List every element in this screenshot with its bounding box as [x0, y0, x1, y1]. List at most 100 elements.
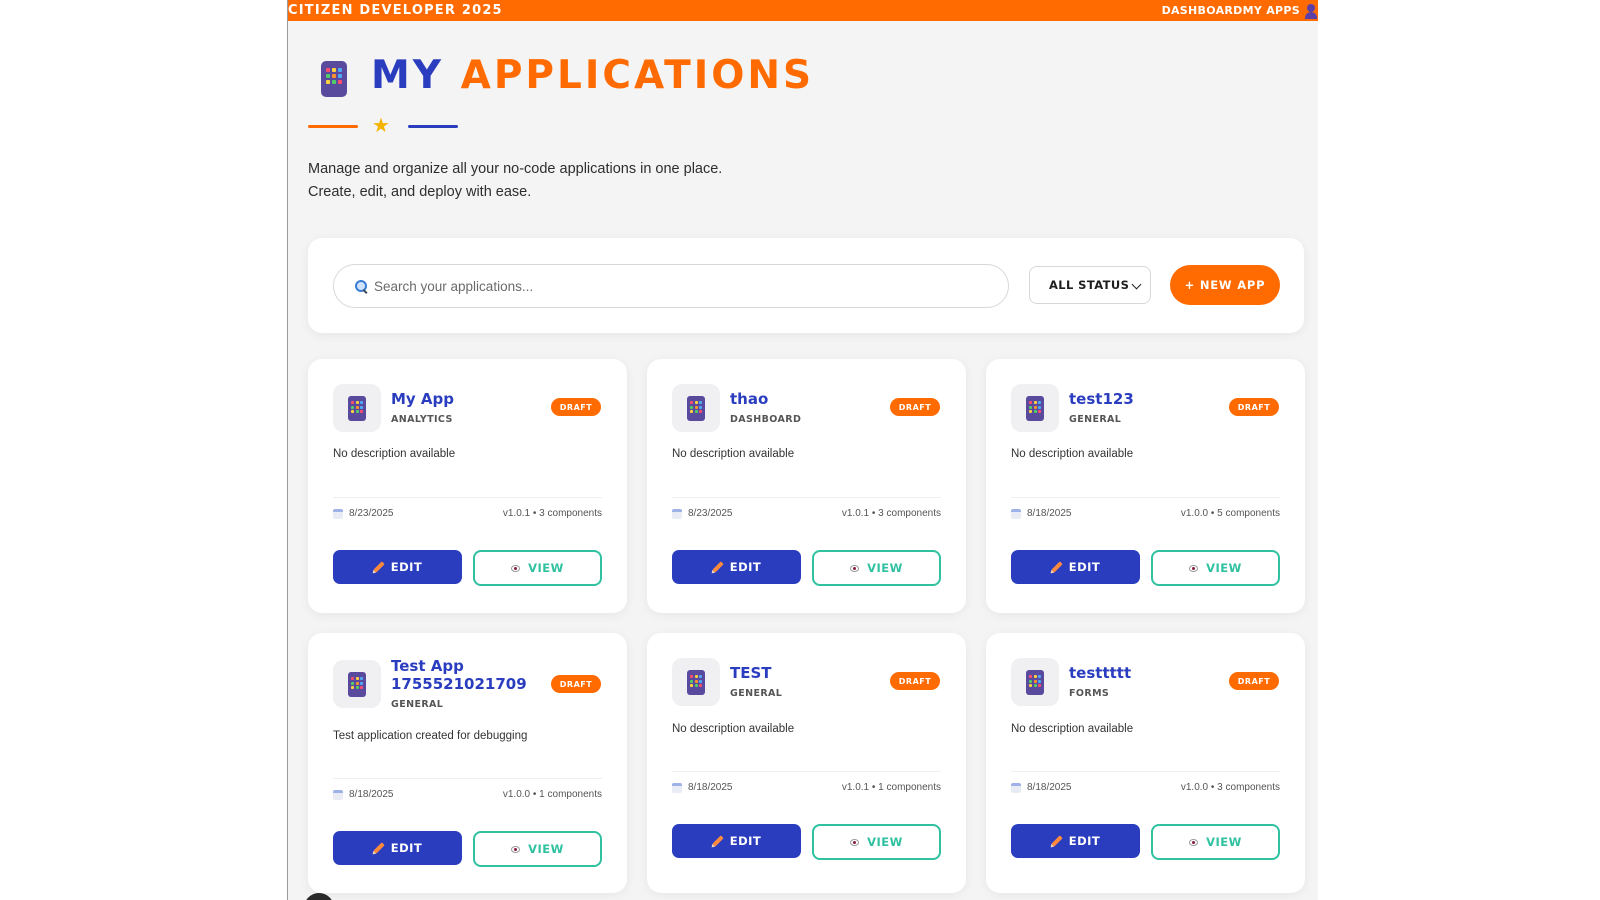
- search-icon: [354, 279, 368, 293]
- app-card[interactable]: TEST GENERAL DRAFT No description availa…: [647, 633, 966, 893]
- app-name[interactable]: testtttt: [1069, 664, 1229, 682]
- top-bar: CITIZEN DEVELOPER 2025 DASHBOARD MY APPS: [288, 0, 1318, 21]
- app-version-meta: v1.0.1 • 3 components: [502, 508, 602, 519]
- star-icon: ★: [372, 115, 390, 137]
- floating-action-button[interactable]: [304, 893, 334, 900]
- edit-label: EDIT: [729, 834, 762, 848]
- view-button[interactable]: VIEW: [1151, 824, 1280, 860]
- eye-icon: [511, 845, 521, 853]
- user-icon[interactable]: [1304, 3, 1318, 19]
- edit-button[interactable]: EDIT: [672, 824, 801, 858]
- view-button[interactable]: VIEW: [473, 831, 602, 867]
- app-name[interactable]: My App: [391, 390, 551, 408]
- view-label: VIEW: [867, 835, 903, 849]
- app-name[interactable]: test123: [1069, 390, 1229, 408]
- app-name[interactable]: thao: [730, 390, 890, 408]
- tablet-icon: [687, 670, 705, 695]
- tablet-icon: [348, 672, 366, 697]
- calendar-icon: [333, 789, 343, 800]
- edit-label: EDIT: [1068, 560, 1101, 574]
- app-category: DASHBOARD: [730, 414, 802, 425]
- calendar-icon: [672, 782, 682, 793]
- pencil-icon: [1051, 561, 1063, 573]
- eye-icon: [1189, 564, 1199, 572]
- app-icon: [1011, 658, 1059, 706]
- status-badge: DRAFT: [890, 398, 940, 416]
- app-card[interactable]: testtttt FORMS DRAFT No description avai…: [986, 633, 1305, 893]
- view-label: VIEW: [1206, 835, 1242, 849]
- edit-button[interactable]: EDIT: [333, 831, 462, 865]
- eye-icon: [850, 838, 860, 846]
- page-title-part2: APPLICATIONS: [460, 53, 815, 98]
- app-icon: [1011, 384, 1059, 432]
- edit-button[interactable]: EDIT: [672, 550, 801, 584]
- app-date-text: 8/18/2025: [1027, 782, 1072, 793]
- view-label: VIEW: [528, 561, 564, 575]
- app-window: CITIZEN DEVELOPER 2025 DASHBOARD MY APPS…: [287, 0, 1318, 900]
- nav-my-apps[interactable]: MY APPS: [1243, 4, 1300, 17]
- app-date: 8/18/2025: [1011, 508, 1072, 519]
- app-name[interactable]: TEST: [730, 664, 890, 682]
- eye-icon: [850, 564, 860, 572]
- app-version-meta: v1.0.1 • 3 components: [841, 508, 941, 519]
- search-box[interactable]: [333, 264, 1009, 308]
- toolbar: ALL STATUS + NEW APP: [308, 238, 1304, 333]
- app-date: 8/18/2025: [672, 782, 733, 793]
- calendar-icon: [333, 508, 343, 519]
- subtitle-line-2: Create, edit, and deploy with ease.: [308, 183, 532, 200]
- page-subtitle: Manage and organize all your no-code app…: [308, 158, 722, 203]
- status-badge: DRAFT: [890, 672, 940, 690]
- edit-button[interactable]: EDIT: [333, 550, 462, 584]
- app-name[interactable]: Test App 1755521021709: [391, 657, 551, 693]
- top-nav: DASHBOARD MY APPS: [1162, 3, 1318, 19]
- edit-button[interactable]: EDIT: [1011, 550, 1140, 584]
- app-description: No description available: [1011, 448, 1134, 460]
- search-input[interactable]: [374, 278, 974, 294]
- app-description: No description available: [1011, 723, 1134, 735]
- app-date-text: 8/18/2025: [688, 782, 733, 793]
- app-category: GENERAL: [730, 688, 783, 699]
- app-version-meta: v1.0.1 • 1 components: [841, 782, 941, 793]
- app-description: Test application created for debugging: [333, 730, 528, 742]
- new-app-button[interactable]: + NEW APP: [1170, 265, 1280, 305]
- divider-left: [308, 125, 358, 128]
- app-version-meta: v1.0.0 • 1 components: [502, 789, 602, 800]
- view-button[interactable]: VIEW: [812, 550, 941, 586]
- view-button[interactable]: VIEW: [473, 550, 602, 586]
- app-description: No description available: [333, 448, 456, 460]
- divider-right: [408, 125, 458, 128]
- card-divider: [1011, 497, 1280, 498]
- app-icon: [672, 384, 720, 432]
- tablet-icon: [1026, 396, 1044, 421]
- page-title-part1: MY: [371, 53, 445, 98]
- edit-button[interactable]: EDIT: [1011, 824, 1140, 858]
- eye-icon: [511, 564, 521, 572]
- edit-label: EDIT: [390, 560, 423, 574]
- card-divider: [333, 778, 602, 779]
- app-date-text: 8/18/2025: [1027, 508, 1072, 519]
- app-category: ANALYTICS: [391, 414, 453, 425]
- calendar-icon: [1011, 508, 1021, 519]
- subtitle-line-1: Manage and organize all your no-code app…: [308, 161, 723, 177]
- eye-icon: [1189, 838, 1199, 846]
- app-category: FORMS: [1069, 688, 1110, 699]
- app-card[interactable]: Test App 1755521021709 GENERAL DRAFT Tes…: [308, 633, 627, 893]
- view-label: VIEW: [528, 842, 564, 856]
- app-version-meta: v1.0.0 • 3 components: [1180, 782, 1280, 793]
- status-badge: DRAFT: [1229, 398, 1279, 416]
- tablet-icon: [348, 396, 366, 421]
- app-description: No description available: [672, 723, 795, 735]
- app-icon: [672, 658, 720, 706]
- card-divider: [672, 497, 941, 498]
- pencil-icon: [373, 842, 385, 854]
- status-filter-select[interactable]: ALL STATUS: [1029, 266, 1151, 304]
- app-date-text: 8/18/2025: [349, 789, 394, 800]
- view-button[interactable]: VIEW: [1151, 550, 1280, 586]
- nav-dashboard[interactable]: DASHBOARD: [1162, 4, 1243, 17]
- edit-label: EDIT: [729, 560, 762, 574]
- app-card[interactable]: test123 GENERAL DRAFT No description ava…: [986, 359, 1305, 613]
- app-card[interactable]: thao DASHBOARD DRAFT No description avai…: [647, 359, 966, 613]
- app-card[interactable]: My App ANALYTICS DRAFT No description av…: [308, 359, 627, 613]
- view-button[interactable]: VIEW: [812, 824, 941, 860]
- edit-label: EDIT: [390, 841, 423, 855]
